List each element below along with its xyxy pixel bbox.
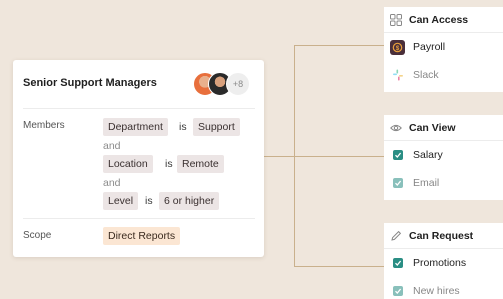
list-item-email[interactable]: Email: [384, 169, 503, 197]
members-label: Members: [23, 120, 65, 131]
item-label: Slack: [413, 69, 439, 81]
list-item-slack[interactable]: Slack: [384, 61, 503, 89]
panel-header: Can Request: [384, 223, 503, 248]
item-label: New hires: [413, 285, 460, 297]
item-label: Promotions: [413, 257, 467, 269]
eye-icon: [390, 122, 402, 134]
grid-icon: [390, 13, 402, 26]
condition-operator: is: [145, 195, 153, 207]
panel-title: Can View: [409, 121, 456, 134]
condition-value[interactable]: 6 or higher: [159, 192, 220, 210]
item-label: Email: [413, 177, 440, 189]
can-view-panel: Can View Salary Email: [384, 115, 503, 200]
condition-operator: is: [165, 158, 173, 170]
condition-value[interactable]: Remote: [177, 155, 224, 173]
connector-access: [294, 45, 384, 46]
slack-icon: [390, 68, 405, 83]
panel-header: Can View: [384, 115, 503, 140]
list-item-promotions[interactable]: Promotions: [384, 249, 503, 277]
condition-operator: is: [179, 121, 187, 133]
condition-field[interactable]: Level: [103, 192, 139, 210]
condition-field[interactable]: Department: [103, 118, 168, 136]
condition-value[interactable]: Support: [193, 118, 240, 136]
divider: [23, 218, 255, 219]
checkbox-icon[interactable]: [390, 148, 405, 163]
group-card[interactable]: Senior Support Managers +8 Members Depar…: [13, 60, 264, 257]
can-request-panel: Can Request Promotions New hires: [384, 223, 503, 299]
condition-connector: and: [103, 140, 121, 152]
panel-title: Can Request: [409, 229, 474, 242]
scope-value[interactable]: Direct Reports: [103, 227, 181, 245]
item-label: Salary: [413, 149, 443, 161]
connector-card: [264, 156, 294, 157]
more-members-badge[interactable]: +8: [226, 72, 250, 96]
panel-title: Can Access: [409, 13, 469, 26]
panel-header: Can Access: [384, 7, 503, 32]
pencil-icon: [390, 230, 402, 242]
group-title: Senior Support Managers: [23, 77, 157, 89]
connector-view: [294, 156, 384, 157]
condition-field[interactable]: Location: [103, 155, 153, 173]
item-label: Payroll: [413, 41, 446, 53]
checkbox-icon[interactable]: [390, 176, 405, 191]
connector-request: [294, 266, 384, 267]
scope-label: Scope: [23, 230, 52, 241]
list-item-salary[interactable]: Salary: [384, 141, 503, 169]
payroll-icon: $: [390, 39, 405, 55]
divider: [23, 108, 255, 109]
list-item-new-hires[interactable]: New hires: [384, 277, 503, 299]
can-access-panel: Can Access $ Payroll Slack: [384, 7, 503, 92]
list-item-payroll[interactable]: $ Payroll: [384, 33, 503, 61]
checkbox-icon[interactable]: [390, 256, 405, 271]
condition-connector: and: [103, 177, 121, 189]
checkbox-icon[interactable]: [390, 284, 405, 299]
